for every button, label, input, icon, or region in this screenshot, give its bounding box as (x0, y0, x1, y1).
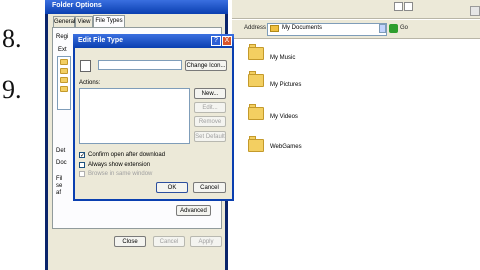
folder-icon (270, 25, 279, 32)
explorer-close-button[interactable] (470, 6, 480, 16)
tab-view[interactable]: View (75, 16, 93, 27)
tab-file-types[interactable]: File Types (93, 15, 125, 27)
details-label: Det (56, 148, 66, 154)
folder-item-webgames[interactable] (248, 136, 264, 152)
set-default-button[interactable]: Set Default (194, 131, 226, 142)
ok-button[interactable]: OK (156, 182, 188, 193)
folder-item-my-music[interactable] (248, 44, 264, 60)
description-line-2: se (56, 183, 63, 189)
folder-icon (248, 139, 264, 152)
new-action-button[interactable]: New... (194, 88, 226, 99)
go-label[interactable]: Go (400, 25, 408, 31)
folder-icon (248, 107, 264, 120)
explorer-window (232, 0, 480, 270)
edit-action-button[interactable]: Edit... (194, 102, 226, 113)
folder-options-title: Folder Options (52, 2, 102, 9)
folder-label: WebGames (270, 144, 302, 150)
description-line-3: af (56, 190, 62, 196)
folder-label: My Videos (270, 114, 298, 120)
help-button[interactable]: ? (211, 36, 221, 46)
address-dropdown-button[interactable] (379, 24, 386, 33)
change-icon-button[interactable]: Change Icon... (185, 60, 227, 71)
extensions-column-header: Ext (58, 47, 67, 53)
checkmark-icon: ✓ (80, 153, 86, 159)
edit-file-type-title: Edit File Type (78, 37, 123, 44)
folder-item-my-pictures[interactable] (248, 71, 264, 87)
actions-label: Actions: (79, 80, 101, 86)
close-button[interactable]: Close (114, 236, 146, 247)
browse-same-window-label: Browse in same window (88, 171, 153, 177)
browse-same-window-checkbox[interactable] (79, 171, 85, 177)
apply-button[interactable]: Apply (190, 236, 222, 247)
explorer-toolbar (232, 0, 480, 19)
file-type-icon (60, 59, 68, 65)
folder-icon (248, 74, 264, 87)
always-show-extension-label: Always show extension (88, 162, 151, 168)
background-close-button[interactable] (404, 2, 413, 11)
always-show-extension-checkbox[interactable] (79, 162, 85, 168)
file-type-icon (60, 77, 68, 83)
cancel-button[interactable]: Cancel (153, 236, 185, 247)
cancel-dialog-button[interactable]: Cancel (193, 182, 226, 193)
folder-label: My Music (270, 55, 296, 61)
background-help-button[interactable] (394, 2, 403, 11)
opens-with-label: Doc (56, 160, 67, 166)
step-number-9: 9. (2, 75, 22, 104)
file-type-icon (60, 68, 68, 74)
address-label: Address (244, 25, 267, 31)
file-type-icon (80, 60, 91, 72)
file-types-list[interactable] (57, 56, 71, 110)
confirm-open-label: Confirm open after download (88, 152, 166, 158)
confirm-open-checkbox[interactable]: ✓ (79, 152, 86, 159)
close-x-button[interactable]: X (222, 36, 232, 46)
folder-label: My Pictures (270, 82, 302, 88)
advanced-button[interactable]: Advanced (176, 205, 211, 216)
description-line-1: Fil (56, 176, 63, 182)
folder-icon (248, 47, 264, 60)
file-type-icon (60, 86, 68, 92)
folder-item-my-videos[interactable] (248, 104, 264, 120)
tab-general[interactable]: General (53, 16, 75, 27)
actions-list[interactable] (79, 88, 190, 144)
remove-action-button[interactable]: Remove (194, 116, 226, 127)
file-type-name-input[interactable] (98, 60, 182, 70)
address-value: My Documents (282, 25, 323, 31)
registered-types-label: Regi (56, 34, 69, 40)
go-arrow-icon[interactable] (389, 24, 398, 33)
step-number-8: 8. (2, 24, 22, 53)
